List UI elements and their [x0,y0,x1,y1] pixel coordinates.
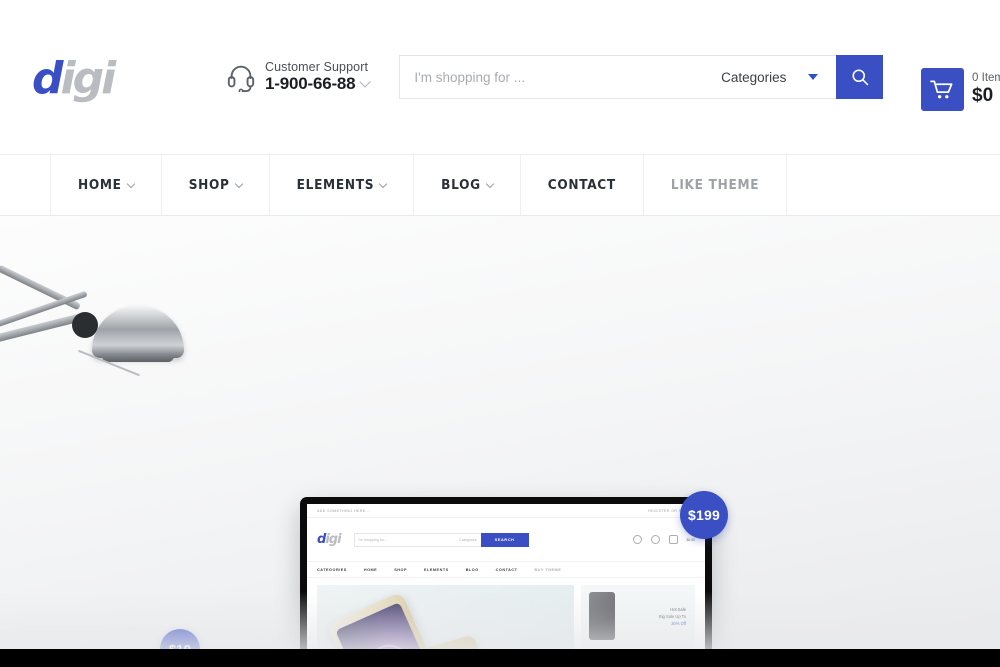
nested-cart-icon [668,535,678,544]
nested-search-placeholder: I'm shopping for... [358,537,387,542]
nested-nav-contact: CONTACT [495,567,518,572]
search-button[interactable] [836,55,884,99]
nav-item-shop[interactable]: SHOP [162,155,270,215]
support-phone-number: 1-900-66-88 [265,74,356,94]
customer-support[interactable]: Customer Support 1-900-66-88 [226,60,372,94]
nested-topbar-left: ADD SOMETHING HERE... [317,508,370,513]
shopping-cart-icon [930,79,953,98]
logo-secondary-text: igi [60,53,117,104]
nested-nav-categories: CATEGORIES [317,567,347,572]
nav-label: BLOG [441,177,481,193]
nav-item-contact[interactable]: CONTACT [521,155,644,215]
chevron-down-icon [808,74,819,80]
main-navigation: HOME SHOP ELEMENTS BLOG CONTACT LIKE THE… [0,155,1000,216]
search-field: Categories [399,55,837,99]
nav-label: CONTACT [547,177,616,193]
chevron-down-icon [234,179,243,188]
cart-total: $0 [972,84,994,106]
nested-nav-home: HOME [363,567,378,572]
desk-lamp-image [0,254,210,554]
nav-item-elements[interactable]: ELEMENTS [270,155,415,215]
site-logo[interactable]: digi [32,57,152,101]
category-select[interactable]: Categories [721,70,822,85]
nested-logo: digi [317,532,342,547]
nested-nav-shop: SHOP [394,567,407,572]
cart-icon [921,68,965,111]
support-phone: 1-900-66-88 [265,74,372,94]
nav-item-like-theme[interactable]: LIKE THEME [644,155,788,215]
nested-nav-buy-theme: BUY THEME [534,567,562,572]
nav-label: LIKE THEME [670,177,760,193]
hero-banner: ADD SOMETHING HERE... REGISTER OR SIGN I… [0,216,1000,657]
search-bar: Categories [399,55,884,99]
cart-widget[interactable]: 0 Item $0 [921,68,1000,111]
nav-label: HOME [78,177,122,193]
nav-item-home[interactable]: HOME [50,155,162,215]
chevron-down-icon [485,179,495,188]
compare-icon [632,535,642,544]
nested-search-bar: I'm shopping for... Categories SEARCH [353,532,529,547]
desk-surface [0,591,1000,657]
search-input[interactable] [414,69,714,85]
nested-topbar: ADD SOMETHING HERE... REGISTER OR SIGN I… [307,504,705,518]
chevron-down-icon [378,179,388,188]
nav-label: ELEMENTS [296,177,375,193]
nested-search-input: I'm shopping for... Categories [353,532,481,547]
search-icon [852,69,869,86]
footer-strip [0,649,1000,667]
nested-nav-elements: ELEMENTS [424,567,449,572]
logo-primary-text: d [32,53,63,104]
page-root: digi Customer Support 1-900-66-88 I'm sh… [0,0,1000,667]
nested-header-icons: $0.00 [632,535,696,544]
nested-search-button: SEARCH [480,532,529,547]
nested-nav-blog: BLOG [465,567,479,572]
headset-icon [227,65,255,92]
site-header: digi Customer Support 1-900-66-88 I'm sh… [0,0,1000,155]
nested-logo-secondary: igi [325,532,341,547]
nested-cart-total: $0.00 [686,537,696,542]
wishlist-heart-icon [650,535,660,544]
chevron-down-icon[interactable] [359,76,372,88]
nested-header: digi I'm shopping for... Categories SEAR… [307,518,705,561]
category-select-label: Categories [721,69,787,85]
chevron-down-icon [126,179,135,188]
nested-navigation: CATEGORIES HOME SHOP ELEMENTS BLOG CONTA… [307,561,705,578]
nested-category-label: Categories [459,537,477,542]
nav-item-blog[interactable]: BLOG [414,155,521,215]
nav-label: SHOP [188,177,230,193]
cart-items-count: 0 Item [972,72,1000,85]
support-label: Customer Support [265,60,369,75]
price-badge-monitor[interactable]: $199 [680,491,728,539]
